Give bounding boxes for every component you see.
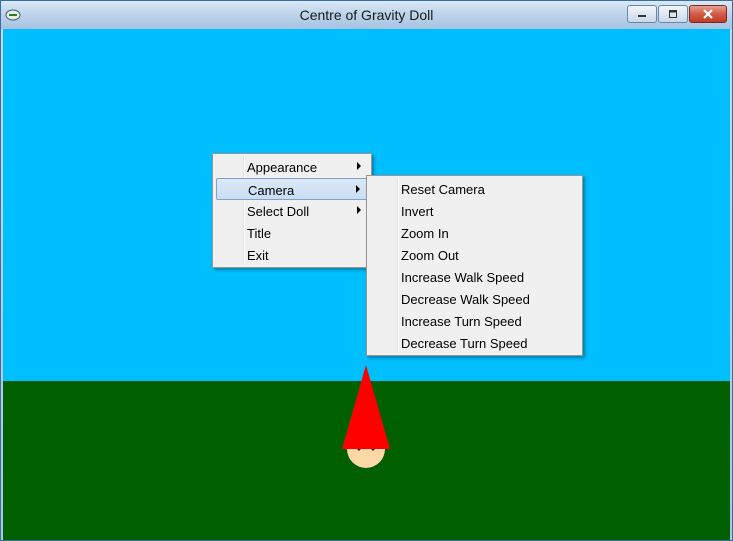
menu-item-label: Exit bbox=[247, 248, 269, 263]
menu-item-decrease-turn-speed[interactable]: Decrease Turn Speed bbox=[370, 332, 579, 354]
menu-item-label: Reset Camera bbox=[401, 182, 485, 197]
submenu-arrow-icon bbox=[357, 206, 361, 214]
minimize-button[interactable] bbox=[627, 5, 657, 23]
camera-submenu: Reset Camera Invert Zoom In Zoom Out Inc… bbox=[366, 175, 583, 356]
menu-item-increase-turn-speed[interactable]: Increase Turn Speed bbox=[370, 310, 579, 332]
menu-item-zoom-out[interactable]: Zoom Out bbox=[370, 244, 579, 266]
window-title: Centre of Gravity Doll bbox=[299, 7, 434, 23]
menu-item-label: Increase Walk Speed bbox=[401, 270, 525, 285]
menu-item-reset-camera[interactable]: Reset Camera bbox=[370, 178, 579, 200]
menu-item-label: Invert bbox=[401, 204, 434, 219]
menu-item-label: Title bbox=[247, 226, 272, 241]
menu-item-label: Appearance bbox=[247, 160, 318, 175]
menu-item-label: Decrease Turn Speed bbox=[401, 336, 528, 351]
menu-item-label: Increase Turn Speed bbox=[401, 314, 522, 329]
maximize-icon bbox=[669, 10, 677, 18]
menu-item-label: Zoom Out bbox=[401, 248, 459, 263]
menu-item-exit[interactable]: Exit bbox=[216, 244, 368, 266]
menu-item-invert[interactable]: Invert bbox=[370, 200, 579, 222]
menu-item-select-doll[interactable]: Select Doll bbox=[216, 200, 368, 222]
title-bar[interactable]: Centre of Gravity Doll bbox=[1, 1, 732, 29]
menu-item-camera[interactable]: Camera bbox=[216, 178, 368, 200]
maximize-button[interactable] bbox=[658, 5, 688, 23]
submenu-arrow-icon bbox=[356, 185, 360, 193]
menu-item-label: Decrease Walk Speed bbox=[401, 292, 530, 307]
menu-item-appearance[interactable]: Appearance bbox=[216, 156, 368, 178]
minimize-icon bbox=[638, 15, 646, 17]
menu-item-increase-walk-speed[interactable]: Increase Walk Speed bbox=[370, 266, 579, 288]
menu-item-zoom-in[interactable]: Zoom In bbox=[370, 222, 579, 244]
menu-item-title[interactable]: Title bbox=[216, 222, 368, 244]
menu-item-label: Zoom In bbox=[401, 226, 449, 241]
doll-hat bbox=[342, 365, 390, 449]
close-button[interactable] bbox=[689, 5, 727, 23]
close-icon bbox=[703, 9, 713, 19]
submenu-arrow-icon bbox=[357, 162, 361, 170]
menu-item-decrease-walk-speed[interactable]: Decrease Walk Speed bbox=[370, 288, 579, 310]
context-menu: Appearance Camera Select Doll Title Exit bbox=[212, 153, 372, 268]
menu-item-label: Select Doll bbox=[247, 204, 310, 219]
menu-item-label: Camera bbox=[248, 183, 295, 198]
doll[interactable] bbox=[339, 365, 393, 471]
